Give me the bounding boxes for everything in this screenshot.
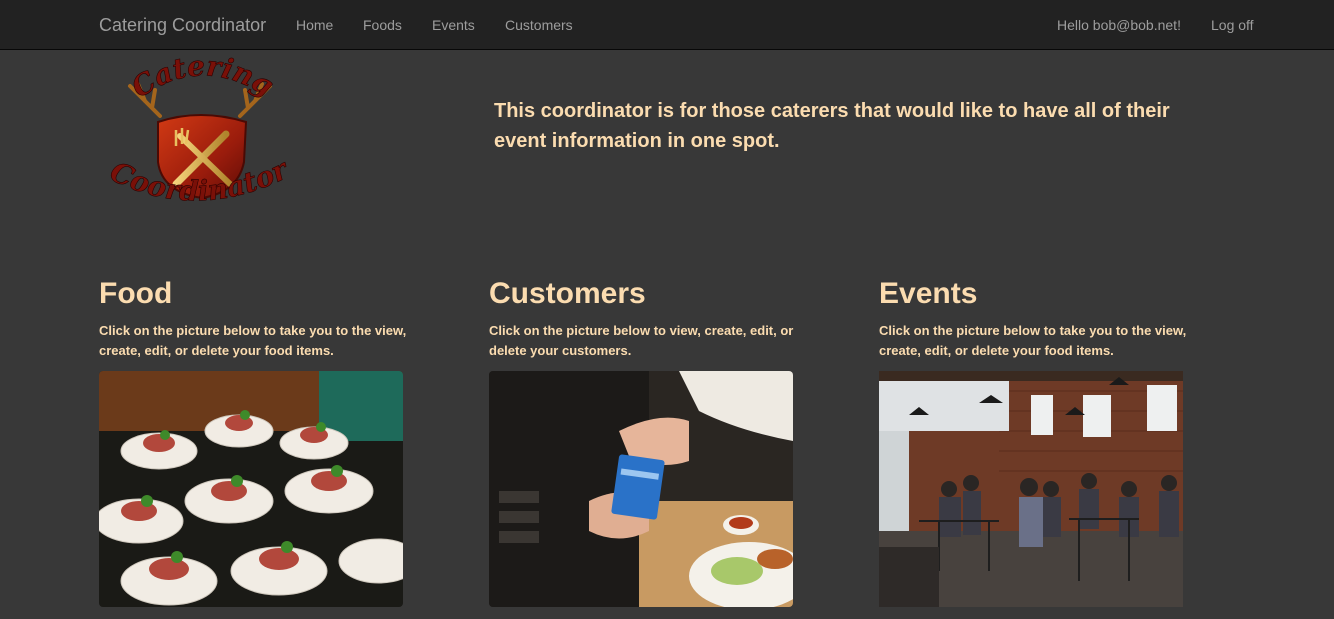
customers-picture-link[interactable] xyxy=(489,371,793,607)
nav-events-link[interactable]: Events xyxy=(432,16,475,34)
nav-customers-link[interactable]: Customers xyxy=(505,16,573,34)
log-off-link[interactable]: Log off xyxy=(1211,16,1254,34)
nav-foods-link[interactable]: Foods xyxy=(363,16,402,34)
svg-text:Catering: Catering xyxy=(126,56,280,104)
events-heading: Events xyxy=(879,277,978,310)
customers-heading: Customers xyxy=(489,277,646,310)
brand-link[interactable]: Catering Coordinator xyxy=(99,14,266,36)
customers-description: Click on the picture below to view, crea… xyxy=(489,323,794,358)
hero-tagline: This coordinator is for those caterers t… xyxy=(494,100,1170,152)
customers-photo xyxy=(489,371,793,607)
top-navbar: Catering Coordinator Home Foods Events C… xyxy=(0,0,1334,50)
events-photo xyxy=(879,371,1183,607)
events-description: Click on the picture below to take you t… xyxy=(879,323,1187,358)
logo-top-word: Catering xyxy=(125,49,279,105)
customers-section: Customers Click on the picture below to … xyxy=(489,276,849,361)
food-photo xyxy=(99,371,403,607)
food-section: Food Click on the picture below to take … xyxy=(99,276,459,361)
food-description: Click on the picture below to take you t… xyxy=(99,323,407,358)
food-picture-link[interactable] xyxy=(99,371,403,607)
events-picture-link[interactable] xyxy=(879,371,1183,607)
catering-coordinator-logo: Catering Coordinator xyxy=(100,49,300,218)
nav-home-link[interactable]: Home xyxy=(296,16,333,34)
food-heading: Food xyxy=(99,277,173,310)
user-greeting-link[interactable]: Hello bob@bob.net! xyxy=(1057,16,1181,34)
events-section: Events Click on the picture below to tak… xyxy=(879,276,1239,361)
